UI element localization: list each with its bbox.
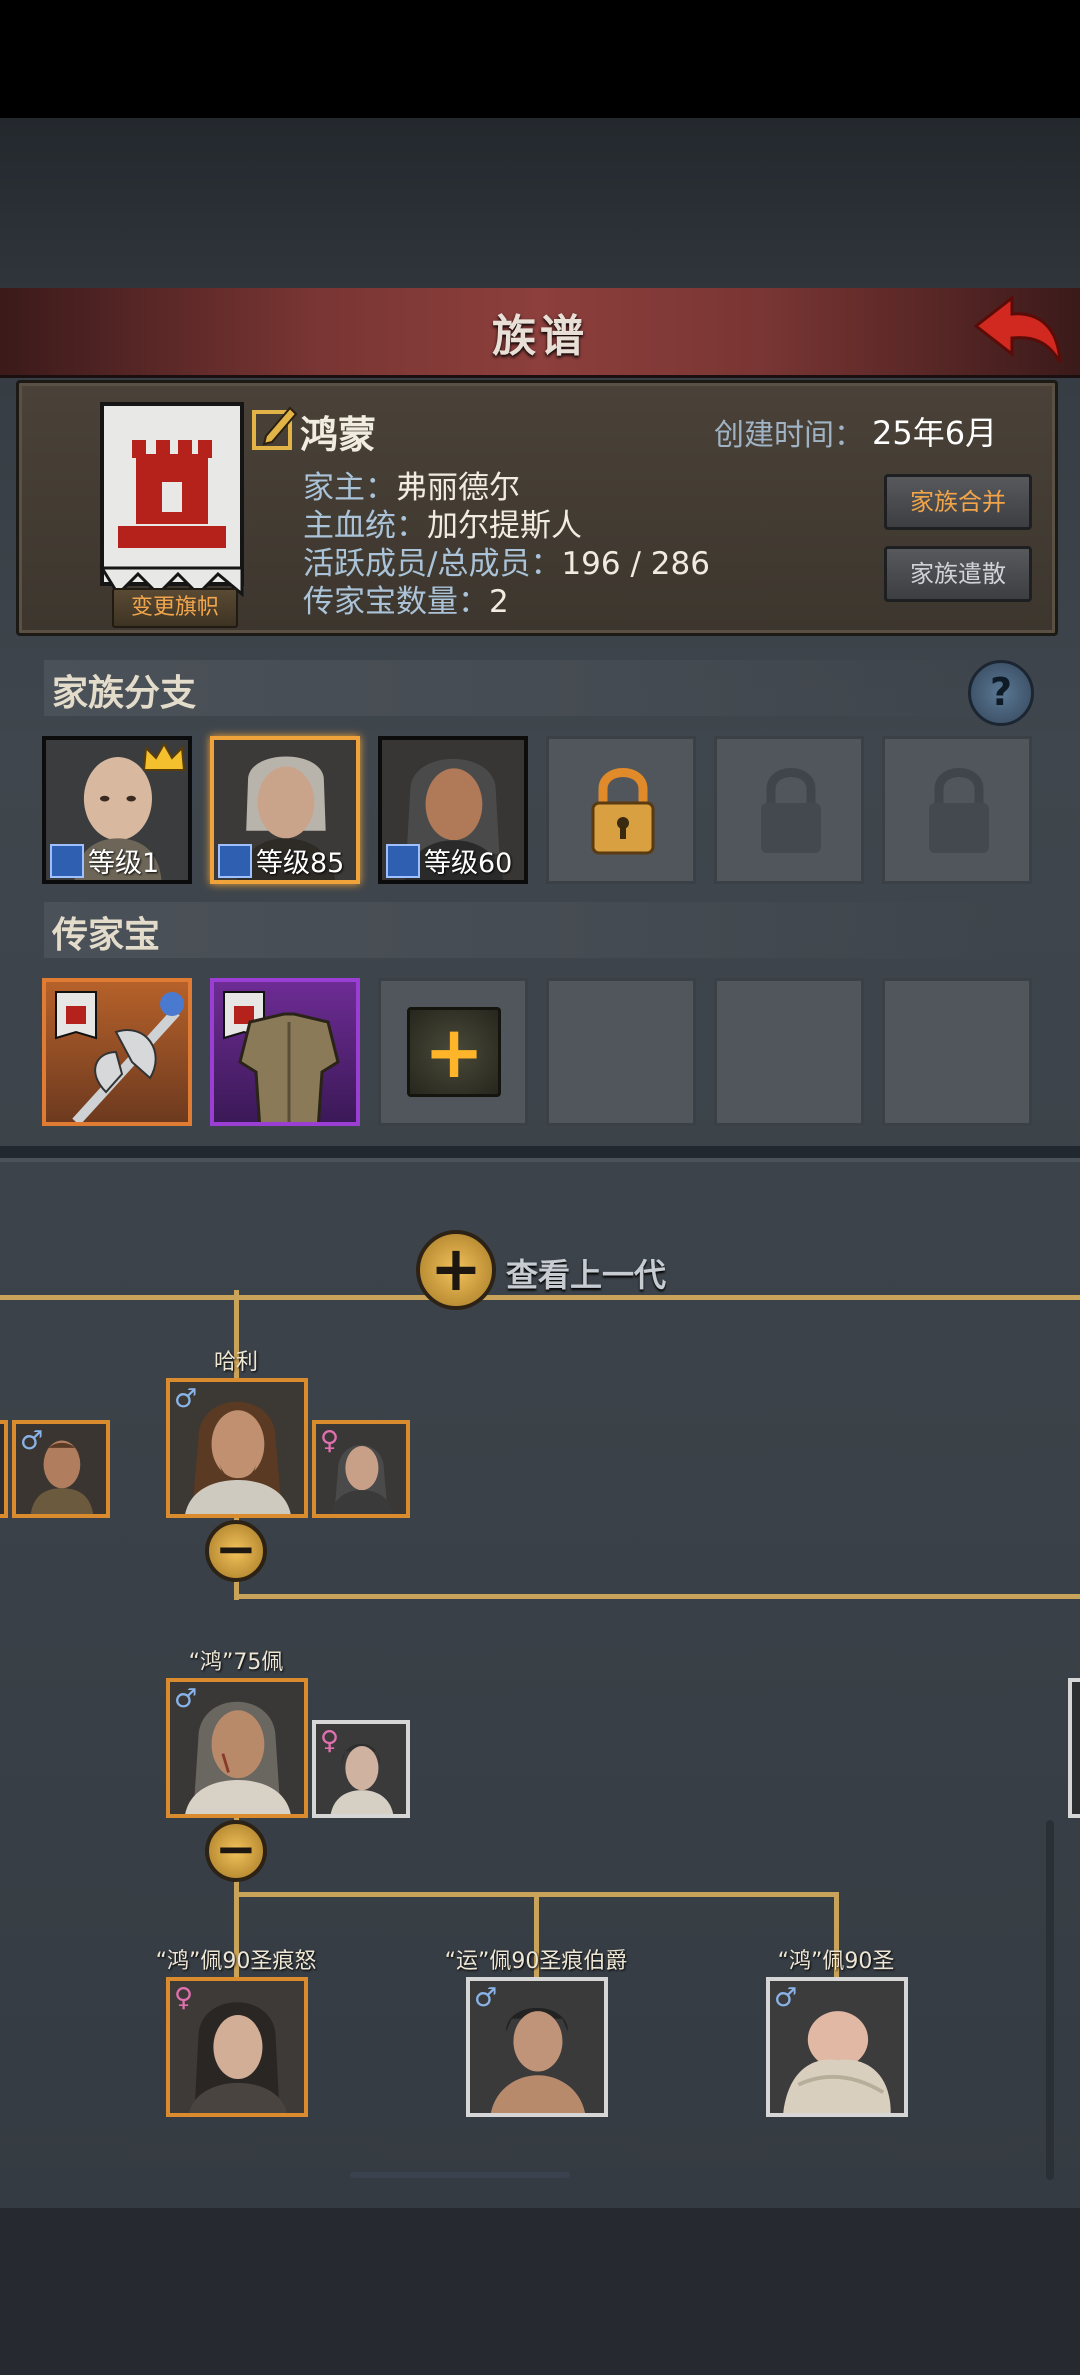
family-banner-icon[interactable]: [98, 398, 246, 598]
branch-hero-1[interactable]: 等级1: [42, 736, 192, 884]
members-value: 196 / 286: [561, 546, 710, 582]
male-icon: ♂: [474, 1983, 498, 2013]
member-name: “鸿”佩90圣痕怒: [155, 1949, 317, 1974]
family-merge-button[interactable]: 家族合并: [884, 474, 1032, 530]
spouse-card[interactable]: ♂: [12, 1420, 110, 1518]
section-divider: [0, 1146, 1080, 1158]
male-icon: ♂: [774, 1983, 798, 2013]
heirloom-item-1[interactable]: [42, 978, 192, 1126]
heirloom-empty-slot: [714, 978, 864, 1126]
family-name: 鸿蒙: [300, 413, 377, 457]
family-disband-button[interactable]: 家族遣散: [884, 546, 1032, 602]
female-icon: ♀: [320, 1426, 340, 1456]
spouse-card[interactable]: ♀: [312, 1720, 410, 1818]
armor-icon: [223, 991, 340, 1122]
hero-level: 等级1: [88, 848, 160, 879]
female-icon: ♀: [174, 1983, 194, 2013]
page-title: 族谱: [492, 311, 588, 362]
vertical-scrollbar[interactable]: [1046, 1820, 1054, 2180]
branch-slot-unlockable[interactable]: [546, 736, 696, 884]
created-value: 25年6月: [872, 414, 998, 452]
view-previous-button[interactable]: +: [416, 1230, 496, 1310]
member-card-partial[interactable]: [0, 1420, 8, 1518]
back-arrow-icon[interactable]: [968, 292, 1064, 372]
heirlooms-section-bar: [44, 902, 1004, 958]
created-label: 创建时间：: [714, 418, 864, 453]
branch-slot-locked: [714, 736, 864, 884]
heirloom-item-2[interactable]: [210, 978, 360, 1126]
section-divider: [0, 1158, 1080, 1162]
hero-level: 等级60: [424, 848, 513, 879]
tree-line: [234, 1594, 1080, 1599]
branch-hero-2[interactable]: 等级85: [210, 736, 360, 884]
status-bar-area: [0, 0, 1080, 118]
branch-hero-3[interactable]: 等级60: [378, 736, 528, 884]
crown-icon: [142, 742, 186, 771]
heirlooms-title: 传家宝: [52, 915, 161, 956]
member-card[interactable]: ♂: [466, 1977, 608, 2117]
add-heirloom-button[interactable]: +: [407, 1007, 501, 1097]
member-card[interactable]: ♂: [766, 1977, 908, 2117]
sword-icon: [218, 844, 252, 878]
member-card[interactable]: ♂: [166, 1378, 308, 1518]
top-strip: [0, 118, 1080, 288]
bottom-bar: [0, 2208, 1080, 2375]
view-previous-label[interactable]: 查看上一代: [506, 1250, 666, 1296]
edit-icon[interactable]: [250, 402, 300, 452]
sword-icon: [50, 844, 84, 878]
member-card[interactable]: ♀: [166, 1977, 308, 2117]
halberd-icon: [55, 991, 184, 1122]
branches-title: 家族分支: [52, 673, 197, 714]
male-icon: ♂: [20, 1426, 44, 1456]
heirloom-add-slot[interactable]: +: [378, 978, 528, 1126]
lock-icon: [929, 768, 989, 853]
collapse-button[interactable]: −: [205, 1520, 267, 1582]
member-name: 哈利: [213, 1350, 258, 1375]
heirloom-empty-slot: [546, 978, 696, 1126]
member-name: “鸿”75佩: [188, 1650, 284, 1675]
hero-level: 等级85: [256, 848, 345, 879]
branch-slot-locked: [882, 736, 1032, 884]
lock-icon: [761, 768, 821, 853]
member-card[interactable]: ♂: [166, 1678, 308, 1818]
male-icon: ♂: [174, 1684, 198, 1714]
member-card-partial[interactable]: [1068, 1678, 1080, 1818]
spouse-card[interactable]: ♀: [312, 1420, 410, 1518]
male-icon: ♂: [174, 1384, 198, 1414]
member-name: “运”佩90圣痕伯爵: [444, 1949, 628, 1974]
help-button[interactable]: ?: [968, 660, 1034, 726]
horizontal-scrollbar[interactable]: [350, 2172, 570, 2178]
lock-icon: [591, 768, 655, 855]
sword-icon: [386, 844, 420, 878]
member-name: “鸿”佩90圣: [777, 1949, 895, 1974]
change-banner-button[interactable]: 变更旗帜: [112, 588, 238, 628]
heirloom-count-line: 传家宝数量：2: [303, 576, 509, 621]
heirloom-empty-slot: [882, 978, 1032, 1126]
female-icon: ♀: [320, 1726, 340, 1756]
collapse-button[interactable]: −: [205, 1820, 267, 1882]
heirloom-count-value: 2: [489, 584, 509, 620]
heirloom-count-label: 传家宝数量：: [303, 584, 489, 620]
